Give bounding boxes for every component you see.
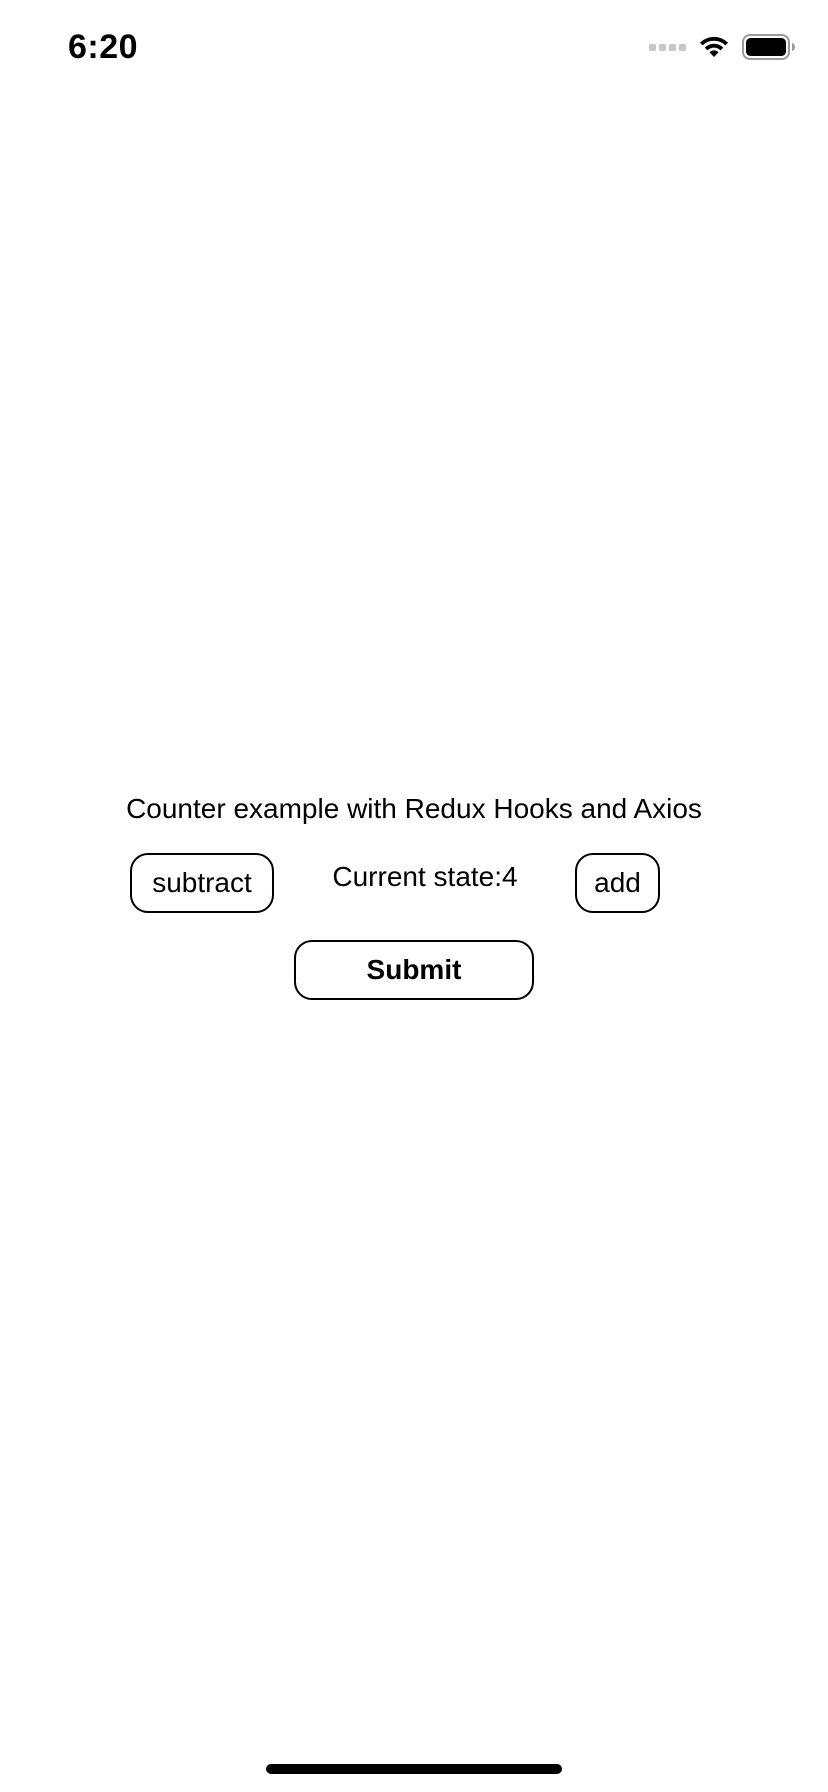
add-button-label: add	[594, 867, 641, 898]
page-title: Counter example with Redux Hooks and Axi…	[0, 789, 828, 829]
wifi-icon	[698, 35, 730, 59]
status-icons	[649, 34, 796, 60]
status-time: 6:20	[68, 28, 139, 66]
subtract-button-label: subtract	[152, 867, 252, 898]
page-title-text: Counter example with Redux Hooks and Axi…	[126, 793, 702, 824]
battery-icon	[742, 34, 796, 60]
subtract-button[interactable]: subtract	[130, 853, 274, 913]
app-screen: 6:20 Counter example with Redux Hooks an…	[0, 0, 828, 1792]
cellular-signal-icon	[649, 43, 686, 51]
current-state-text: Current state:4	[332, 861, 518, 892]
submit-button[interactable]: Submit	[294, 940, 534, 1000]
home-indicator[interactable]	[266, 1764, 562, 1774]
submit-button-label: Submit	[366, 954, 462, 985]
add-button[interactable]: add	[575, 853, 660, 913]
